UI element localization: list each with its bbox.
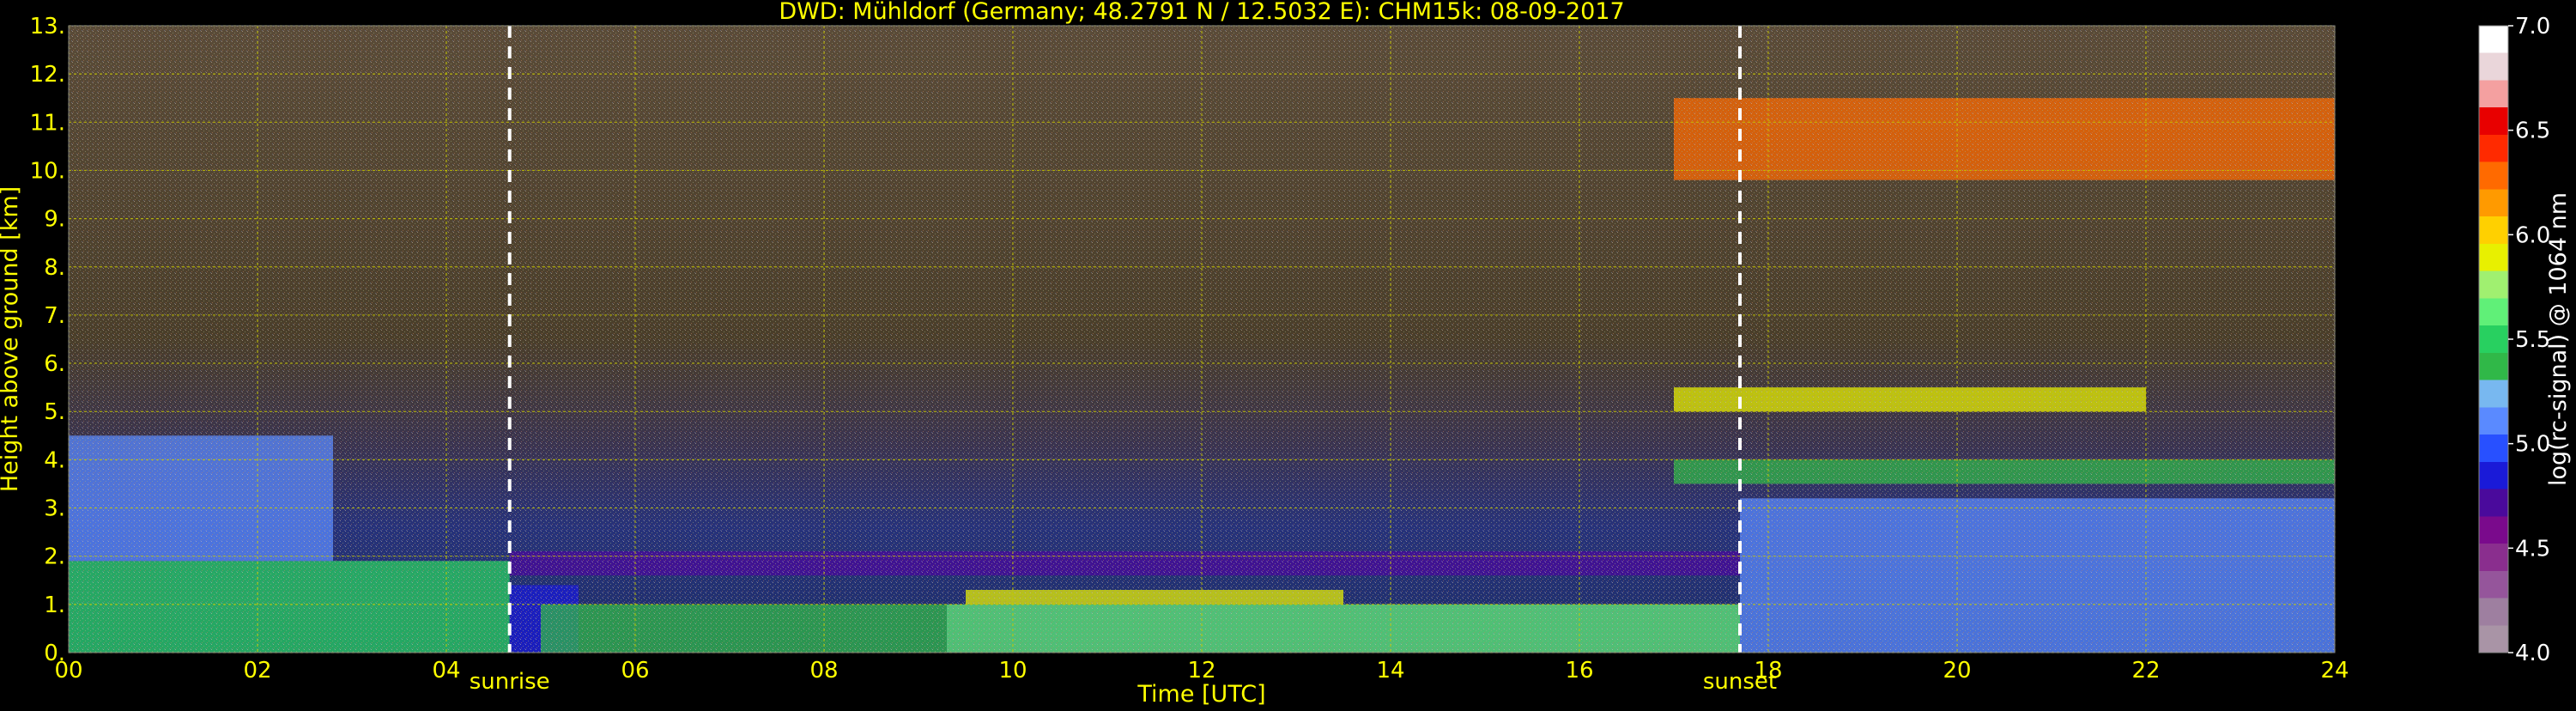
x-axis-label: Time [UTC] [1136,681,1265,708]
colorbar-label: log(rc-signal) @ 1064 nm [2545,192,2572,486]
y-tick-label: 0. [44,641,65,666]
y-tick-label: 8. [44,255,65,281]
y-tick-label: 6. [44,351,65,377]
colorbar-tick-labels: 4.04.55.05.56.06.57.0 [2508,14,2550,666]
x-tick-label: 06 [621,658,649,684]
y-axis-label: Height above ground [km] [0,186,23,492]
y-tick-label: 9. [44,207,65,233]
sunrise-label: sunrise [470,669,550,695]
x-tick-label: 10 [998,658,1027,684]
y-tick-label: 7. [44,303,65,329]
chart-svg: sunrise sunset 00 02 04 06 08 10 12 14 16 18 20 22 24… [0,0,2572,708]
y-tick-label: 5. [44,399,65,425]
colorbar-tick-label: 7.0 [2515,14,2550,40]
colorbar-tick-label: 6.5 [2515,118,2550,144]
x-tick-label: 14 [1376,658,1404,684]
x-tick-label: 20 [1943,658,1971,684]
y-tick-label: 4. [44,447,65,473]
y-tick-label: 13. [30,14,65,40]
lidar-chart: sunrise sunset 00 02 04 06 08 10 12 14 16 18 20 22 24… [0,0,2576,708]
x-tick-label: 02 [243,658,271,684]
x-tick-label: 04 [432,658,460,684]
y-tick-label: 3. [44,496,65,522]
y-tick-labels: 0. 1. 2. 3. 4. 5. 6. 7. 8. 9. 10. 11. 12. 13. [30,14,65,666]
y-tick-label: 2. [44,544,65,570]
chart-title: DWD: Mühldorf (Germany; 48.2791 N / 12.5… [779,0,1624,25]
x-tick-label: 16 [1565,658,1593,684]
colorbar [2478,25,2509,653]
x-tick-label: 22 [2131,658,2160,684]
y-tick-label: 1. [44,592,65,618]
x-tick-labels: 00 02 04 06 08 10 12 14 16 18 20 22 24 [54,658,2349,684]
y-tick-label: 10. [30,158,65,184]
x-tick-label: 08 [809,658,838,684]
y-tick-label: 11. [30,110,65,136]
x-tick-label: 18 [1754,658,1782,684]
x-tick-label: 12 [1187,658,1215,684]
y-tick-label: 12. [30,62,65,88]
x-tick-label: 24 [2320,658,2349,684]
colorbar-tick-label: 4.0 [2515,641,2550,666]
colorbar-tick-label: 4.5 [2515,536,2550,562]
